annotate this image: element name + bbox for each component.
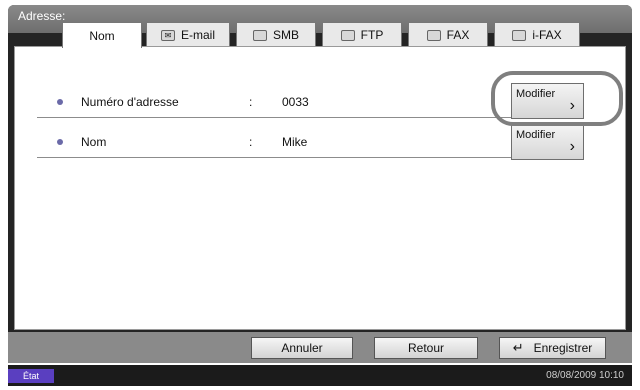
tab-i-fax[interactable]: i-FAX <box>494 22 580 47</box>
tab-nom[interactable]: Nom <box>62 22 142 48</box>
field-separator: : <box>249 95 253 109</box>
status-datetime: 08/08/2009 10:10 <box>546 370 624 381</box>
field-value: Mike <box>282 135 308 149</box>
tab-label: E-mail <box>180 28 215 42</box>
save-button[interactable]: ↵ Enregistrer <box>499 337 606 359</box>
status-button[interactable]: État <box>8 369 54 383</box>
button-label: Retour <box>407 341 445 355</box>
field-label: Nom <box>81 135 107 149</box>
back-button[interactable]: Retour <box>374 337 478 359</box>
field-row-name: Nom : Mike <box>37 129 521 158</box>
fax-icon <box>426 29 441 41</box>
tab-smb[interactable]: SMB <box>236 22 316 47</box>
button-label: Modifier <box>516 129 556 141</box>
bullet-icon <box>57 99 63 105</box>
button-label: Enregistrer <box>533 341 593 355</box>
folder-icon <box>252 29 267 41</box>
modify-name-button[interactable]: Modifier › <box>511 124 584 160</box>
return-arrow-icon: ↵ <box>512 340 524 355</box>
tab-label: FTP <box>360 28 384 42</box>
tab-ftp[interactable]: FTP <box>322 22 402 47</box>
tab-fax[interactable]: FAX <box>408 22 488 47</box>
field-value: 0033 <box>282 95 309 109</box>
status-bar: État 08/08/2009 10:10 <box>8 365 632 386</box>
field-label: Numéro d'adresse <box>81 95 179 109</box>
bullet-icon <box>57 139 63 145</box>
chevron-right-icon: › <box>569 138 575 155</box>
tab-label: FAX <box>446 28 470 42</box>
folder-icon <box>340 29 355 41</box>
tab-label: i-FAX <box>532 28 562 42</box>
tab-email[interactable]: ✉ E-mail <box>146 22 230 47</box>
tab-label: Nom <box>89 28 115 43</box>
button-label: Annuler <box>281 341 323 355</box>
cancel-button[interactable]: Annuler <box>251 337 353 359</box>
tab-label: SMB <box>272 28 299 42</box>
email-icon: ✉ <box>160 29 175 41</box>
field-row-address-number: Numéro d'adresse : 0033 <box>37 89 521 118</box>
page-title: Adresse: <box>18 9 66 23</box>
ifax-icon <box>512 29 527 41</box>
highlight-ring <box>491 71 623 126</box>
field-separator: : <box>249 135 253 149</box>
